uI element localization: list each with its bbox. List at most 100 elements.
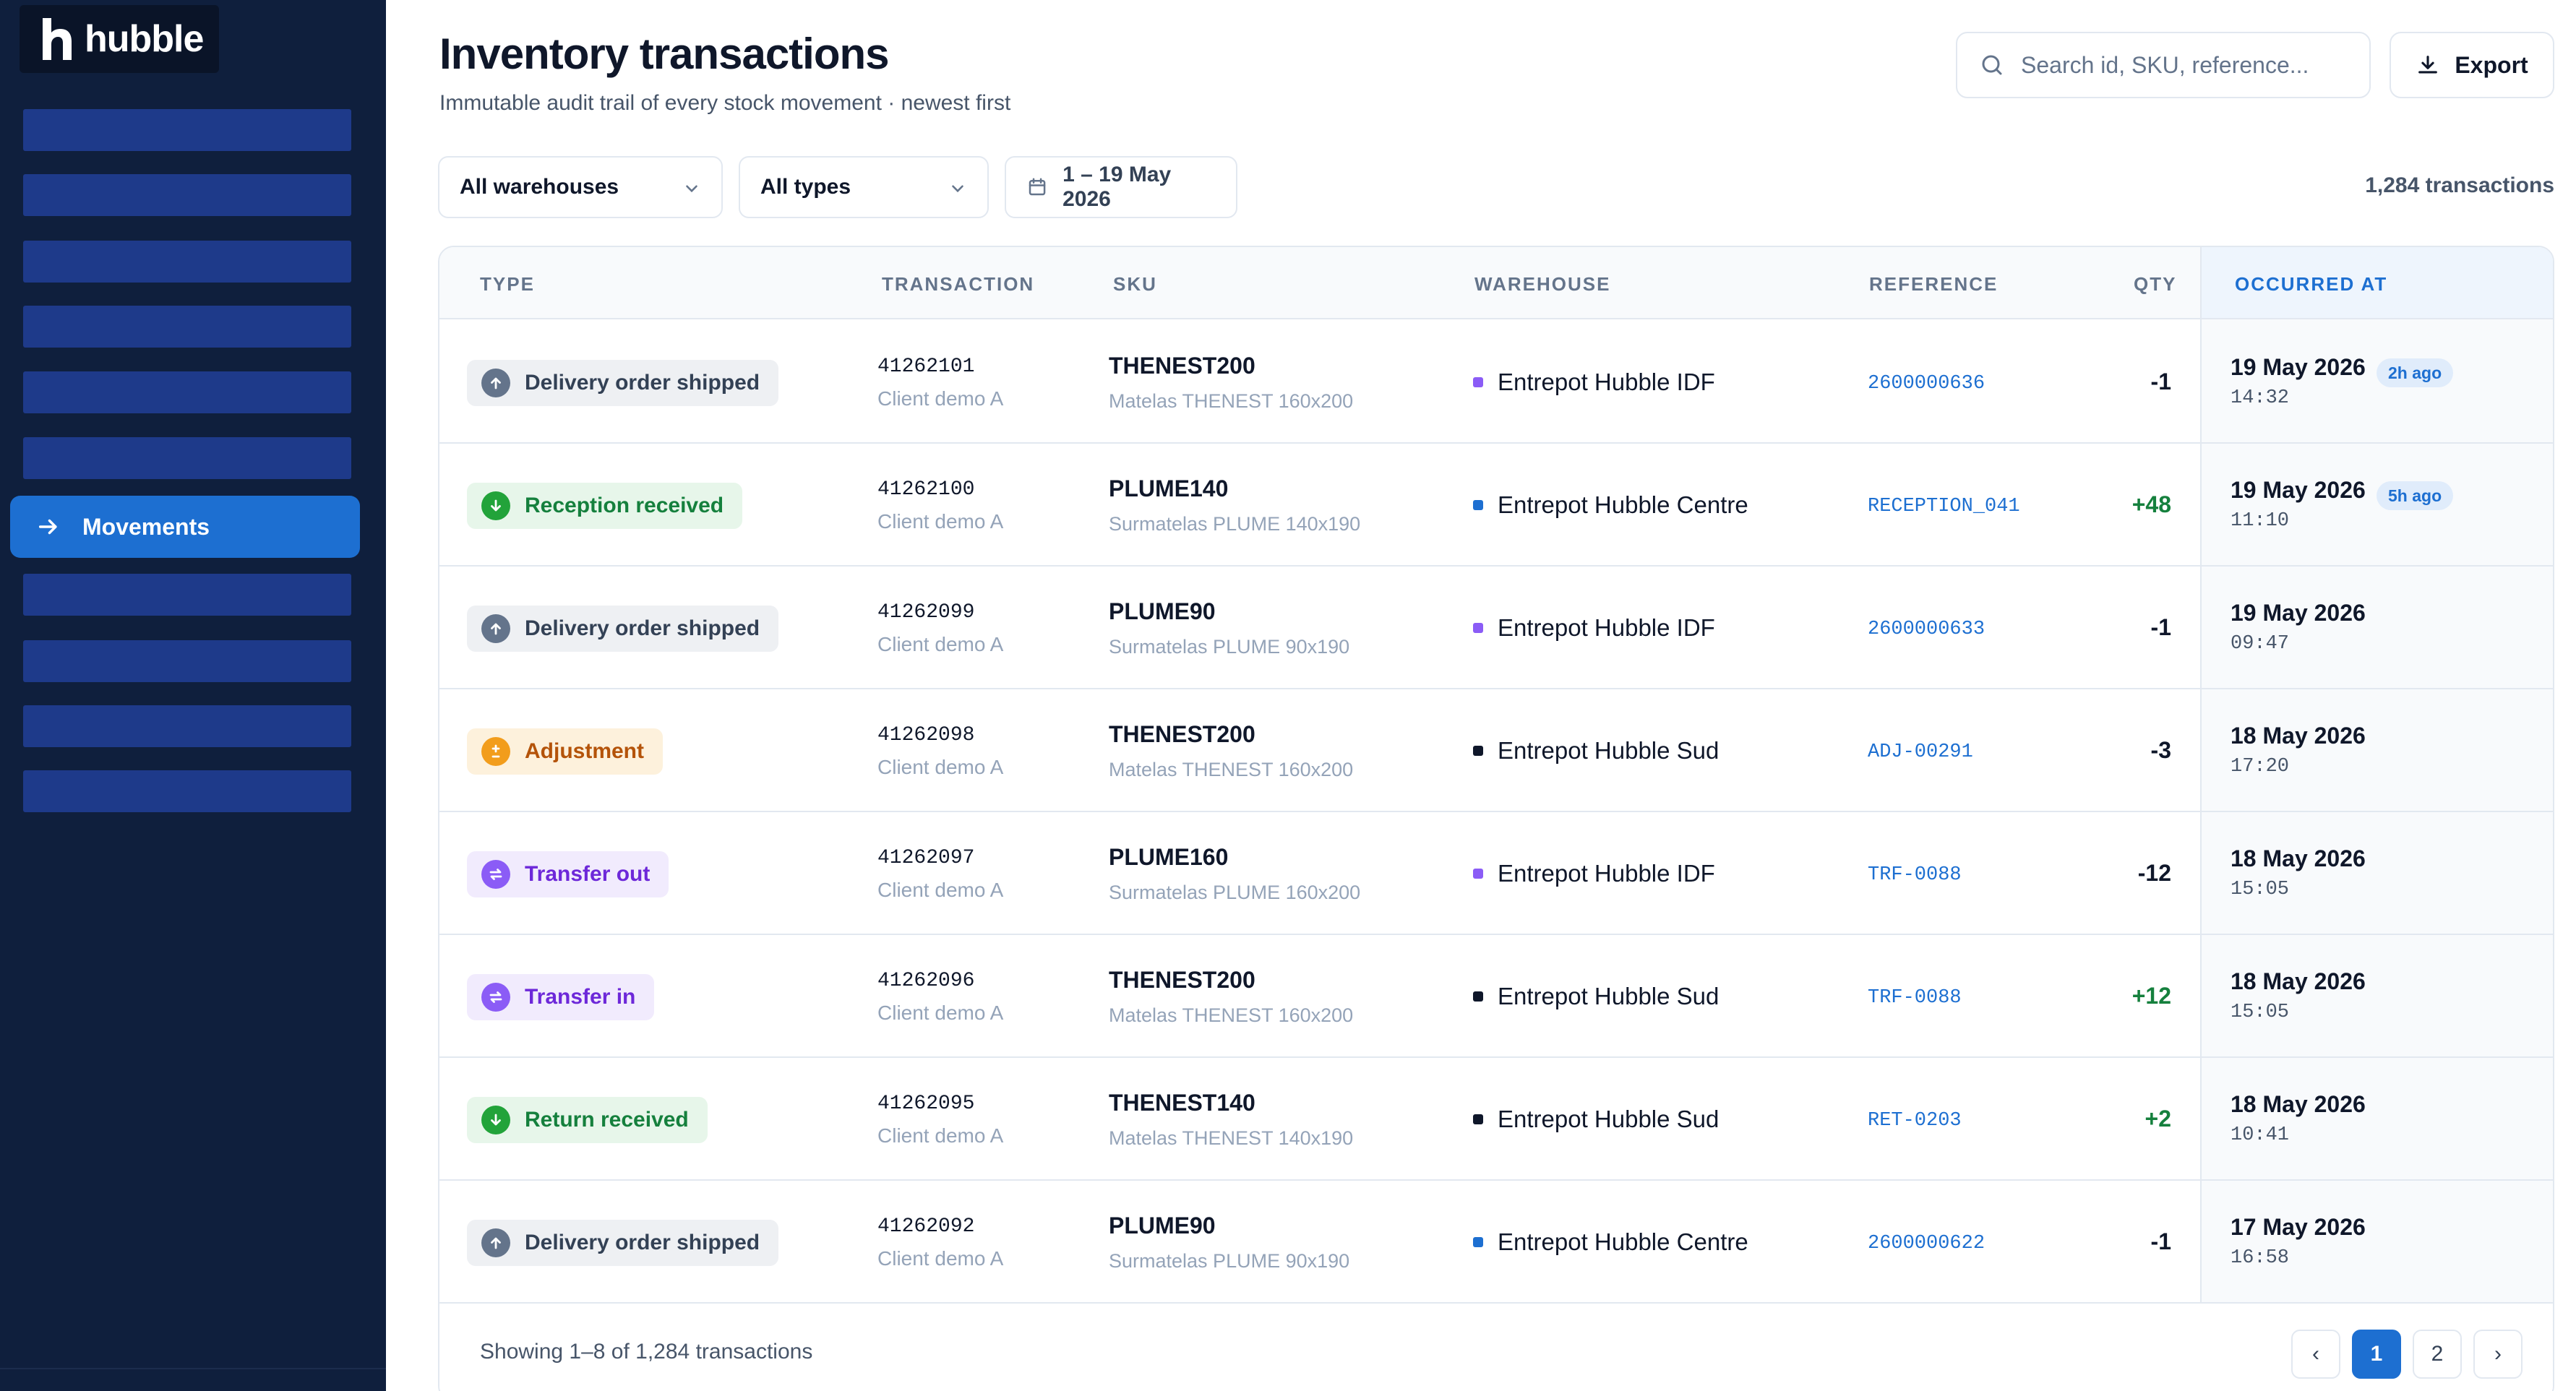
transaction-id[interactable]: 41262095 — [877, 1093, 974, 1115]
search-box[interactable] — [1956, 32, 2371, 98]
relative-time-badge: 5h ago — [2377, 481, 2454, 510]
sidebar-item-9[interactable] — [23, 640, 351, 682]
client-name: Client demo A — [877, 1124, 1004, 1147]
client-name: Client demo A — [877, 879, 1004, 901]
transaction-id[interactable]: 41262098 — [877, 724, 974, 746]
type-badge: Delivery order shipped — [467, 1220, 779, 1266]
sku-code[interactable]: THENEST200 — [1109, 967, 1255, 994]
arrow-right-icon — [38, 519, 57, 535]
occurred-date: 18 May 2026 — [2231, 1091, 2366, 1117]
pagination-summary: Showing 1–8 of 1,284 transactions — [480, 1340, 813, 1364]
sidebar-item-2[interactable] — [23, 174, 351, 216]
sku-code[interactable]: PLUME160 — [1109, 844, 1228, 871]
transaction-id[interactable]: 41262097 — [877, 847, 974, 869]
reference-link[interactable]: 2600000633 — [1868, 619, 1985, 640]
column-header-transaction[interactable]: TRANSACTION — [882, 273, 1034, 296]
sku-code[interactable]: PLUME140 — [1109, 475, 1228, 502]
warehouse-filter-value: All warehouses — [460, 175, 619, 199]
transaction-id[interactable]: 41262092 — [877, 1215, 974, 1238]
sidebar-item-movements[interactable]: Movements — [10, 496, 360, 558]
client-name: Client demo A — [877, 1002, 1004, 1024]
download-icon — [2418, 56, 2438, 74]
arrow-up-icon — [481, 369, 510, 397]
reference-link[interactable]: 2600000622 — [1868, 1233, 1985, 1254]
sidebar-item-3[interactable] — [23, 241, 351, 283]
reference-link[interactable]: RET-0203 — [1868, 1110, 1962, 1132]
warehouse-color-dot — [1473, 991, 1483, 1002]
client-name: Client demo A — [877, 756, 1004, 778]
occurred-date: 18 May 2026 — [2231, 845, 2366, 871]
export-label: Export — [2455, 51, 2528, 78]
pagination-prev-button[interactable]: ‹ — [2291, 1330, 2340, 1379]
pagination-next-button[interactable]: › — [2473, 1330, 2523, 1379]
sidebar-item-11[interactable] — [23, 770, 351, 812]
sidebar-item-6[interactable] — [23, 437, 351, 479]
warehouse-name: Entrepot Hubble Centre — [1498, 1228, 1748, 1255]
sku-description: Matelas THENEST 160x200 — [1109, 390, 1354, 412]
warehouse-name: Entrepot Hubble Sud — [1498, 737, 1720, 764]
sku-code[interactable]: THENEST200 — [1109, 353, 1255, 379]
reference-link[interactable]: ADJ-00291 — [1868, 741, 1973, 763]
app-logo[interactable]: hubble — [20, 5, 219, 73]
sku-code[interactable]: THENEST140 — [1109, 1090, 1255, 1116]
warehouse-color-dot — [1473, 869, 1483, 879]
table-row[interactable]: Delivery order shipped 41262101 Client dem… — [439, 321, 2553, 444]
search-icon — [1982, 55, 2002, 75]
table-row[interactable]: Reception received 41262100 Client demo A P… — [439, 444, 2553, 567]
search-input[interactable] — [2021, 51, 2361, 79]
app-name: hubble — [85, 18, 204, 60]
export-button[interactable]: Export — [2390, 32, 2554, 98]
occurred-time: 11:10 — [2231, 510, 2290, 532]
reference-link[interactable]: TRF-0088 — [1868, 987, 1962, 1009]
occurred-date: 19 May 2026 — [2231, 600, 2366, 626]
arrow-down-icon — [481, 491, 510, 520]
quantity: -12 — [2137, 860, 2171, 886]
swap-icon — [481, 983, 510, 1012]
warehouse-color-dot — [1473, 377, 1483, 387]
column-header-occurred-at[interactable]: OCCURRED AT — [2235, 273, 2387, 296]
reference-link[interactable]: RECEPTION_041 — [1868, 496, 2020, 517]
pagination-page-1[interactable]: 1 — [2352, 1330, 2401, 1379]
table-row[interactable]: Transfer in 41262096 Client demo A THENEST2… — [439, 935, 2553, 1058]
transaction-id[interactable]: 41262100 — [877, 478, 974, 501]
relative-time-badge: 2h ago — [2377, 358, 2454, 387]
type-filter[interactable]: All types — [739, 156, 989, 218]
column-header-type[interactable]: TYPE — [480, 273, 535, 296]
sku-code[interactable]: PLUME90 — [1109, 1213, 1216, 1239]
sku-code[interactable]: PLUME90 — [1109, 598, 1216, 625]
sidebar-item-1[interactable] — [23, 109, 351, 151]
quantity: -1 — [2150, 614, 2171, 640]
reference-link[interactable]: TRF-0088 — [1868, 864, 1962, 886]
occurred-time: 14:32 — [2231, 387, 2290, 409]
type-label: Delivery order shipped — [525, 371, 760, 395]
quantity: -1 — [2150, 369, 2171, 395]
sku-description: Surmatelas PLUME 90x190 — [1109, 636, 1350, 658]
sku-code[interactable]: THENEST200 — [1109, 721, 1255, 748]
sidebar-item-4[interactable] — [23, 306, 351, 348]
table-row[interactable]: Delivery order shipped 41262092 Client dem… — [439, 1181, 2553, 1304]
transaction-id[interactable]: 41262101 — [877, 356, 974, 378]
column-header-reference[interactable]: REFERENCE — [1869, 273, 1998, 296]
sku-description: Matelas THENEST 160x200 — [1109, 1004, 1354, 1026]
sidebar-item-label: Movements — [82, 513, 210, 540]
reference-link[interactable]: 2600000636 — [1868, 373, 1985, 395]
quantity: +48 — [2131, 491, 2171, 517]
date-range-filter[interactable]: 1 – 19 May 2026 — [1005, 156, 1237, 218]
transaction-id[interactable]: 41262096 — [877, 970, 974, 992]
table-row[interactable]: Adjustment 41262098 Client demo A THENEST20… — [439, 689, 2553, 812]
column-header-warehouse[interactable]: WAREHOUSE — [1474, 273, 1610, 296]
sidebar-item-10[interactable] — [23, 705, 351, 747]
table-row[interactable]: Transfer out 41262097 Client demo A PLUME16… — [439, 812, 2553, 935]
table-row[interactable]: Delivery order shipped 41262099 Client dem… — [439, 567, 2553, 689]
sidebar-item-5[interactable] — [23, 371, 351, 413]
sidebar-item-8[interactable] — [23, 574, 351, 616]
table-footer: Showing 1–8 of 1,284 transactions ‹ 1 2 … — [439, 1302, 2553, 1391]
column-header-qty[interactable]: QTY — [2134, 273, 2176, 296]
pagination-page-2[interactable]: 2 — [2413, 1330, 2462, 1379]
column-header-sku[interactable]: SKU — [1113, 273, 1157, 296]
warehouse-filter[interactable]: All warehouses — [438, 156, 723, 218]
table-row[interactable]: Return received 41262095 Client demo A THEN… — [439, 1058, 2553, 1181]
type-filter-value: All types — [760, 175, 851, 199]
transaction-id[interactable]: 41262099 — [877, 601, 974, 624]
client-name: Client demo A — [877, 633, 1004, 655]
